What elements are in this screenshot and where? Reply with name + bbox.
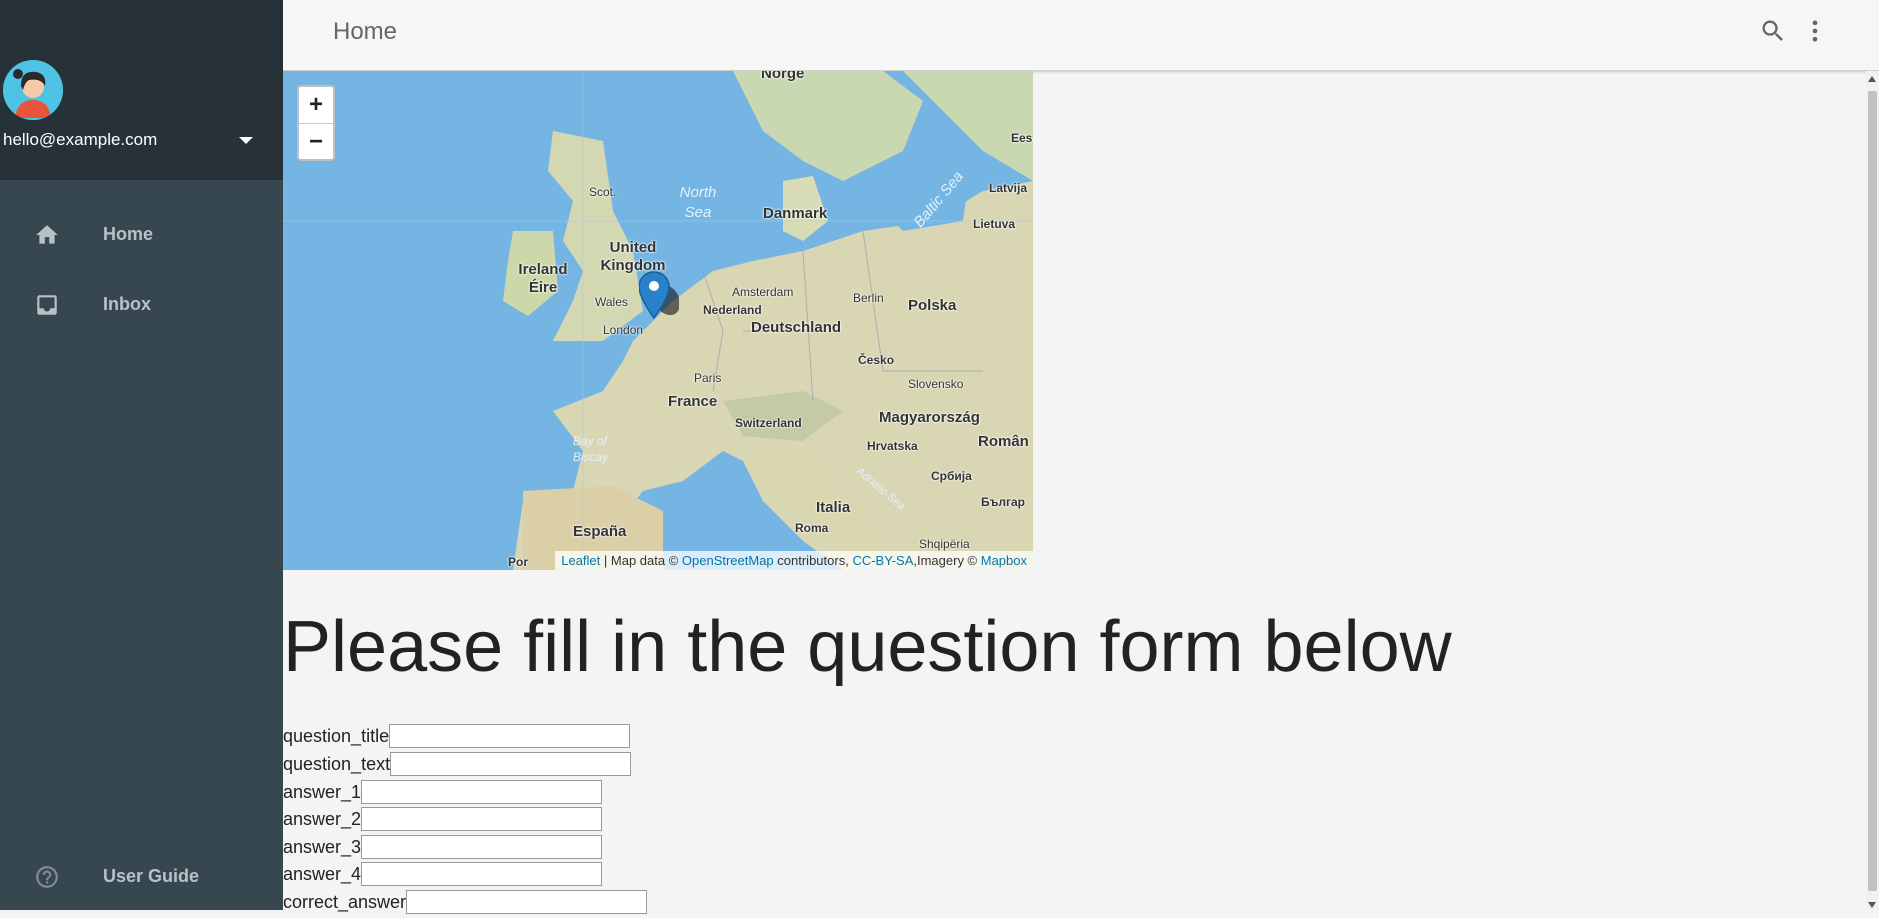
caret-down-icon[interactable] [239, 137, 253, 144]
field-label: answer_1 [283, 781, 362, 802]
map-label: France [668, 393, 718, 410]
field-label: question_text [283, 753, 391, 774]
map-label: Polska [908, 297, 957, 314]
attribution-text: ,Imagery © [913, 553, 981, 568]
scroll-thumb[interactable] [1868, 91, 1877, 891]
help-icon [36, 866, 58, 888]
answer-3-input[interactable] [361, 835, 603, 859]
mapbox-link[interactable]: Mapbox [981, 553, 1027, 568]
avatar-image [3, 60, 63, 120]
app-bar: Home [283, 0, 1879, 71]
attribution-text: | Map data © [600, 553, 682, 568]
avatar[interactable] [3, 60, 63, 120]
form-row-answer-2: answer_2 [283, 807, 603, 835]
inbox-icon [37, 295, 57, 315]
zoom-out-button[interactable]: − [299, 124, 333, 160]
field-label: answer_2 [283, 808, 362, 829]
form-row-answer-1: answer_1 [283, 780, 603, 808]
map-label: Българ [981, 495, 1025, 509]
form-row-correct-answer: correct_answer [283, 890, 648, 918]
map-label: Berlin [853, 291, 884, 305]
navigation-drawer: hello@example.com Home Inbox User Guide [0, 0, 283, 910]
correct-answer-input[interactable] [406, 890, 648, 914]
map-label: Magyarország [879, 409, 980, 426]
question-text-input[interactable] [390, 752, 632, 776]
map-label: Latvija [989, 181, 1028, 195]
form-row-answer-4: answer_4 [283, 862, 603, 890]
map-label: Deutschland [751, 319, 842, 336]
map-label: Ireland Éire [518, 261, 568, 296]
map-label: Wales [595, 295, 628, 309]
map-marker-icon[interactable] [639, 270, 679, 326]
map-label: North Sea [679, 184, 717, 221]
form-row-answer-3: answer_3 [283, 835, 603, 863]
map-label: Por [508, 555, 529, 569]
license-link[interactable]: CC-BY-SA [852, 553, 913, 568]
map-label: Србија [931, 469, 972, 483]
leaflet-link[interactable]: Leaflet [561, 553, 600, 568]
map-label: España [573, 523, 627, 540]
map-label: Paris [694, 371, 722, 385]
answer-2-input[interactable] [361, 807, 603, 831]
answer-4-input[interactable] [361, 862, 603, 886]
zoom-in-button[interactable]: + [299, 87, 333, 124]
nav-item-label: Inbox [103, 294, 151, 314]
field-label: answer_4 [283, 863, 362, 884]
drawer-header: hello@example.com [0, 0, 283, 180]
answer-1-input[interactable] [361, 780, 603, 804]
map-label: Switzerland [735, 416, 802, 430]
scroll-down-icon[interactable] [1868, 902, 1876, 908]
map-label: Hrvatska [867, 439, 918, 453]
home-icon [36, 225, 58, 244]
scrollbar[interactable] [1866, 71, 1879, 910]
map-label: London [603, 323, 644, 337]
attribution-text: contributors, [773, 553, 853, 568]
account-email: hello@example.com [3, 130, 158, 149]
map-label: Česko [858, 353, 895, 367]
map-label: Scot. [589, 185, 617, 199]
map-label: Italia [816, 499, 851, 516]
map-attribution: Leaflet | Map data © OpenStreetMap contr… [555, 551, 1033, 570]
search-icon[interactable] [1759, 17, 1787, 45]
form-row-question-title: question_title [283, 724, 631, 752]
map-label: Român [978, 433, 1029, 450]
more-vert-icon[interactable] [1801, 17, 1829, 45]
nav-item-label: Home [103, 224, 154, 244]
field-label: correct_answer [283, 891, 407, 912]
scroll-up-icon[interactable] [1868, 76, 1876, 82]
map-label: Danmark [763, 205, 828, 222]
zoom-control: + − [297, 85, 335, 161]
map-label: Norge [761, 71, 805, 82]
nav-item-user-guide[interactable]: User Guide [0, 849, 283, 905]
map-label: Roma [795, 521, 829, 535]
field-label: question_title [283, 725, 390, 746]
map-label: Lietuva [973, 217, 1016, 231]
form-heading: Please fill in the question form below [283, 607, 1452, 687]
map-label: Bay of Biscay [573, 434, 609, 464]
account-switcher[interactable]: hello@example.com [3, 128, 253, 152]
field-label: answer_3 [283, 836, 362, 857]
nav-item-label: User Guide [103, 866, 200, 886]
map-label: Eesti [1011, 131, 1033, 145]
map-label: Amsterdam [732, 285, 794, 299]
page-title: Home [333, 18, 398, 45]
nav-item-home[interactable]: Home [0, 207, 283, 263]
question-title-input[interactable] [389, 724, 631, 748]
map[interactable]: Norge North Sea Danmark Baltic Sea Eesti… [283, 71, 1033, 570]
nav-item-inbox[interactable]: Inbox [0, 277, 283, 333]
map-label: Shqipëria [919, 537, 970, 551]
map-label: Nederland [703, 303, 762, 317]
form-row-question-text: question_text [283, 752, 632, 780]
osm-link[interactable]: OpenStreetMap [682, 553, 774, 568]
map-label: Slovensko [908, 377, 964, 391]
